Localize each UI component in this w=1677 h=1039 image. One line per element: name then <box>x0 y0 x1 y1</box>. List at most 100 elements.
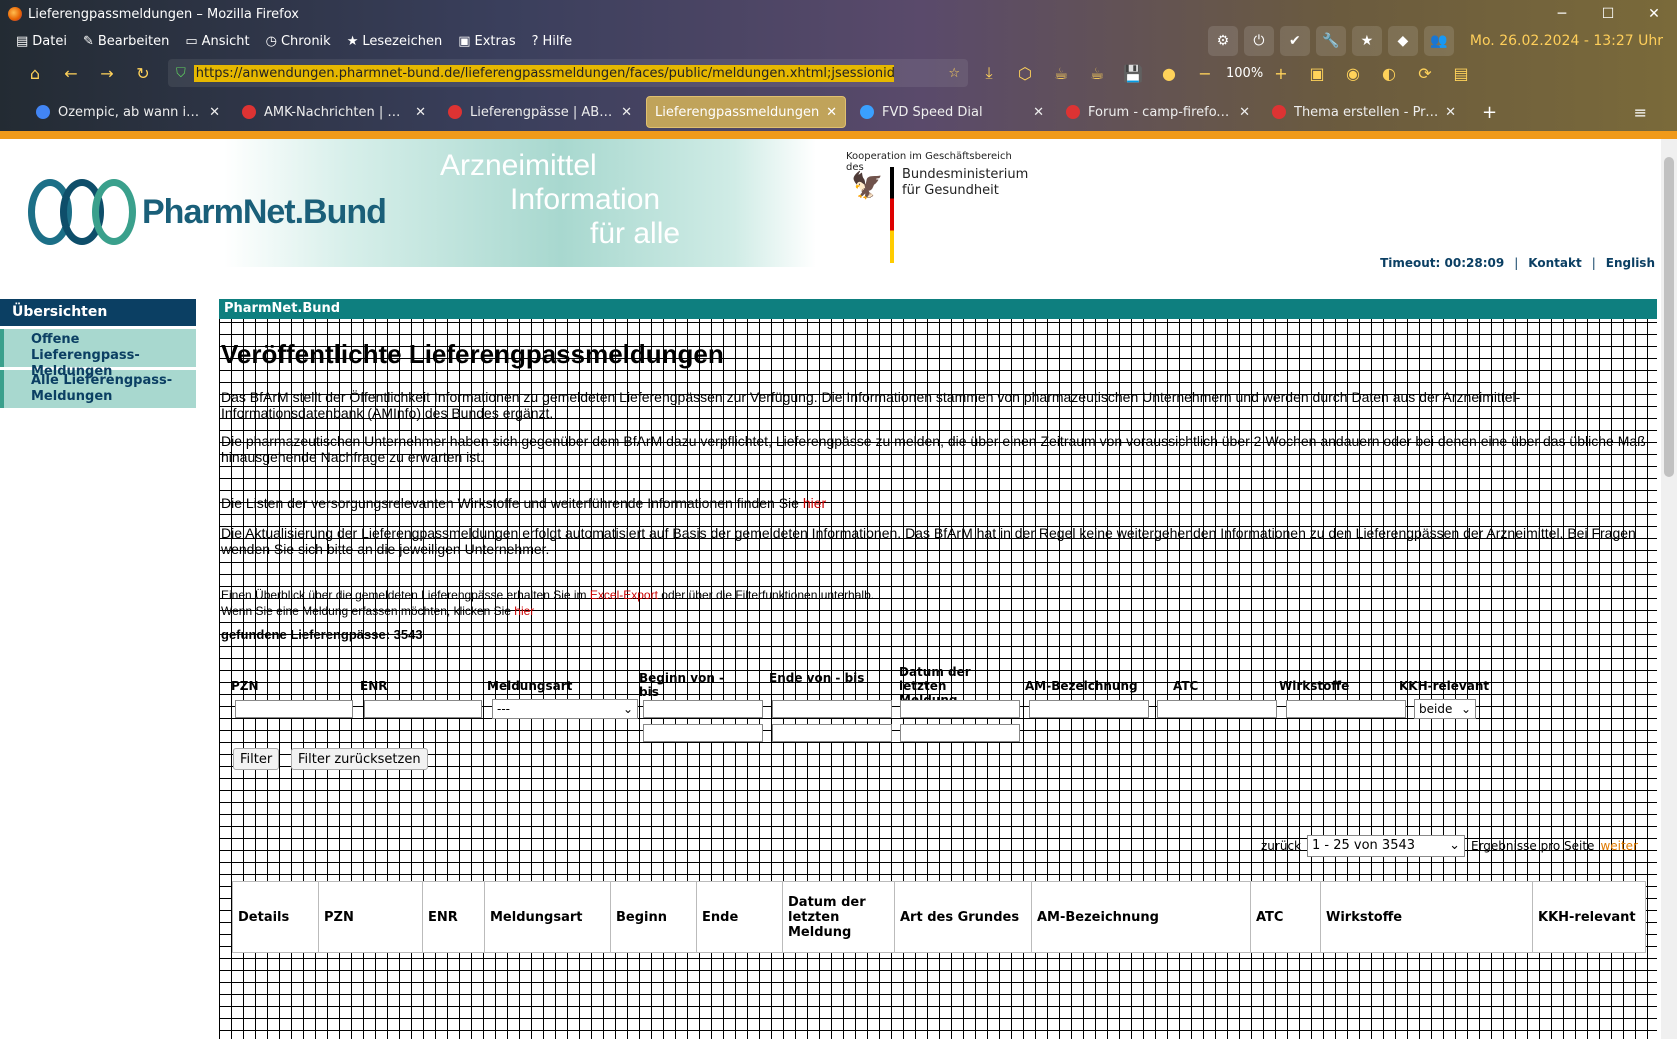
menu-bearbeiten[interactable]: ✎ Bearbeiten <box>83 34 169 49</box>
menu-extras[interactable]: ▣ Extras <box>458 34 515 49</box>
download-icon[interactable]: ⤓ <box>974 58 1004 88</box>
ext-icon-5[interactable]: ☕ <box>1046 58 1076 88</box>
col-am-bezeichnung[interactable]: AM-Bezeichnung <box>1031 881 1251 953</box>
tab-6[interactable]: Thema erstellen - Proble ...✕ <box>1264 96 1464 128</box>
save-icon[interactable]: 💾 <box>1118 58 1148 88</box>
col-datum[interactable]: Datum der letzten Meldung <box>782 881 895 953</box>
zoom-out-icon[interactable]: − <box>1190 58 1220 88</box>
accent-bar <box>0 131 1677 139</box>
col-wirkstoffe[interactable]: Wirkstoffe <box>1320 881 1533 953</box>
datum-from-input[interactable] <box>900 700 1020 718</box>
close-window-icon[interactable]: ✕ <box>1631 6 1677 22</box>
tab-4[interactable]: FVD Speed Dial ✕ <box>852 96 1052 128</box>
filter-label-beginn: Beginn von - bis <box>639 671 725 699</box>
menu-ansicht[interactable]: ▭ Ansicht <box>185 34 249 49</box>
pharmnet-logo[interactable]: PharmNet.Bund <box>28 179 387 245</box>
col-pzn[interactable]: PZN <box>318 881 423 953</box>
menu-lesezeichen[interactable]: ★ Lesezeichen <box>347 34 443 49</box>
ext-icon-7[interactable]: ◉ <box>1338 58 1368 88</box>
ext-icon-4[interactable]: ⬡ <box>1010 58 1040 88</box>
close-tab-icon[interactable]: ✕ <box>209 105 220 120</box>
scrollbar-thumb[interactable] <box>1664 157 1674 477</box>
lists-link[interactable]: hier <box>803 495 826 511</box>
next-link[interactable]: weiter <box>1600 839 1638 853</box>
maximize-icon[interactable]: ☐ <box>1585 6 1631 22</box>
beginn-to-input[interactable] <box>643 724 763 742</box>
ext-icon-1[interactable]: ⚙ <box>1207 26 1238 56</box>
bookmark-star-icon[interactable]: ☆ <box>948 66 960 81</box>
users-icon[interactable]: 👥 <box>1423 26 1454 56</box>
screenshot-icon[interactable]: ▣ <box>1302 58 1332 88</box>
contact-link[interactable]: Kontakt <box>1528 256 1581 270</box>
col-ende[interactable]: Ende <box>696 881 783 953</box>
tab-2[interactable]: Lieferengpässe | ABDA ✕ <box>440 96 640 128</box>
close-tab-icon[interactable]: ✕ <box>1033 105 1044 120</box>
minimize-icon[interactable]: ─ <box>1539 6 1585 22</box>
zoom-level[interactable]: 100% <box>1226 66 1263 81</box>
tab-0[interactable]: Ozempic, ab wann ist wi ...✕ <box>28 96 228 128</box>
tab-5[interactable]: Forum - camp-firefox.de ✕ <box>1058 96 1258 128</box>
col-kkh[interactable]: KKH-relevant <box>1532 881 1646 953</box>
reload-icon[interactable]: ↻ <box>128 58 158 88</box>
atc-input[interactable] <box>1157 700 1277 718</box>
sidebar-item-alle[interactable]: Alle Lieferengpass-Meldungen <box>0 370 196 408</box>
wrench-icon[interactable]: 🔧 <box>1315 26 1346 56</box>
meldungsart-select[interactable]: --- ⌄ <box>492 699 638 719</box>
sync-icon[interactable]: ⟳ <box>1410 58 1440 88</box>
menu-hilfe[interactable]: ? Hilfe <box>532 34 572 49</box>
pzn-input[interactable] <box>235 700 353 718</box>
datum-to-input[interactable] <box>900 724 1020 742</box>
beginn-from-input[interactable] <box>643 700 763 718</box>
kkh-select[interactable]: beide ⌄ <box>1414 699 1476 719</box>
english-link[interactable]: English <box>1606 256 1655 270</box>
menu-datei[interactable]: ▤ Datei <box>16 34 67 49</box>
close-tab-icon[interactable]: ✕ <box>621 105 632 120</box>
ext-icon-2[interactable]: ✔ <box>1279 26 1310 56</box>
col-details[interactable]: Details <box>232 881 319 953</box>
close-tab-icon[interactable]: ✕ <box>826 105 837 120</box>
reset-filter-button[interactable]: Filter zurücksetzen <box>291 748 428 770</box>
tab-1[interactable]: AMK-Nachrichten | ABDA ✕ <box>234 96 434 128</box>
ext-icon-3[interactable]: ◆ <box>1387 26 1418 56</box>
close-tab-icon[interactable]: ✕ <box>1239 105 1250 120</box>
new-tab-icon[interactable]: + <box>1482 102 1497 123</box>
close-tab-icon[interactable]: ✕ <box>415 105 426 120</box>
am-bezeichnung-input[interactable] <box>1029 700 1149 718</box>
page-scrollbar[interactable] <box>1661 139 1677 1039</box>
forward-icon[interactable]: → <box>92 58 122 88</box>
col-meldungsart[interactable]: Meldungsart <box>484 881 611 953</box>
report-link[interactable]: hier <box>514 604 534 618</box>
filter-button[interactable]: Filter <box>233 748 280 770</box>
ext-icon-9[interactable]: ▤ <box>1446 58 1476 88</box>
tab-favicon-icon <box>448 105 462 119</box>
ublock-icon[interactable]: ● <box>1154 58 1184 88</box>
back-icon[interactable]: ← <box>56 58 86 88</box>
shield-icon: ⛉ <box>176 65 186 81</box>
star-icon[interactable]: ★ <box>1351 26 1382 56</box>
zoom-in-icon[interactable]: + <box>1266 58 1296 88</box>
ext-icon-8[interactable]: ◐ <box>1374 58 1404 88</box>
close-tab-icon[interactable]: ✕ <box>1445 105 1456 120</box>
url-bar[interactable]: ⛉ https://anwendungen.pharmnet-bund.de/l… <box>168 59 968 87</box>
view-icon: ▭ <box>185 33 198 49</box>
tab-list-icon[interactable]: ≡ <box>1634 103 1647 122</box>
url-text[interactable]: https://anwendungen.pharmnet-bund.de/lie… <box>193 64 894 82</box>
ende-from-input[interactable] <box>772 700 892 718</box>
page-range-select[interactable]: 1 - 25 von 3543 ⌄ <box>1307 835 1465 857</box>
excel-export-link[interactable]: Excel-Export <box>590 588 658 602</box>
col-enr[interactable]: ENR <box>422 881 485 953</box>
col-grund[interactable]: Art des Grundes <box>894 881 1032 953</box>
power-icon[interactable]: ⏻ <box>1243 26 1274 56</box>
col-beginn[interactable]: Beginn <box>610 881 697 953</box>
home-icon[interactable]: ⌂ <box>20 58 50 88</box>
wirkstoffe-input[interactable] <box>1286 700 1406 718</box>
sidebar-item-offene[interactable]: Offene Lieferengpass-Meldungen <box>0 329 196 379</box>
ende-to-input[interactable] <box>772 724 892 742</box>
ext-icon-6[interactable]: ☕ <box>1082 58 1112 88</box>
menu-chronik[interactable]: ◷ Chronik <box>266 34 331 49</box>
col-atc[interactable]: ATC <box>1250 881 1321 953</box>
filter-label-wirkstoffe: Wirkstoffe <box>1279 679 1350 693</box>
enr-input[interactable] <box>364 700 482 718</box>
tab-3-active[interactable]: Lieferengpassmeldungen ✕ <box>646 96 846 128</box>
back-link[interactable]: zurück <box>1261 839 1301 853</box>
